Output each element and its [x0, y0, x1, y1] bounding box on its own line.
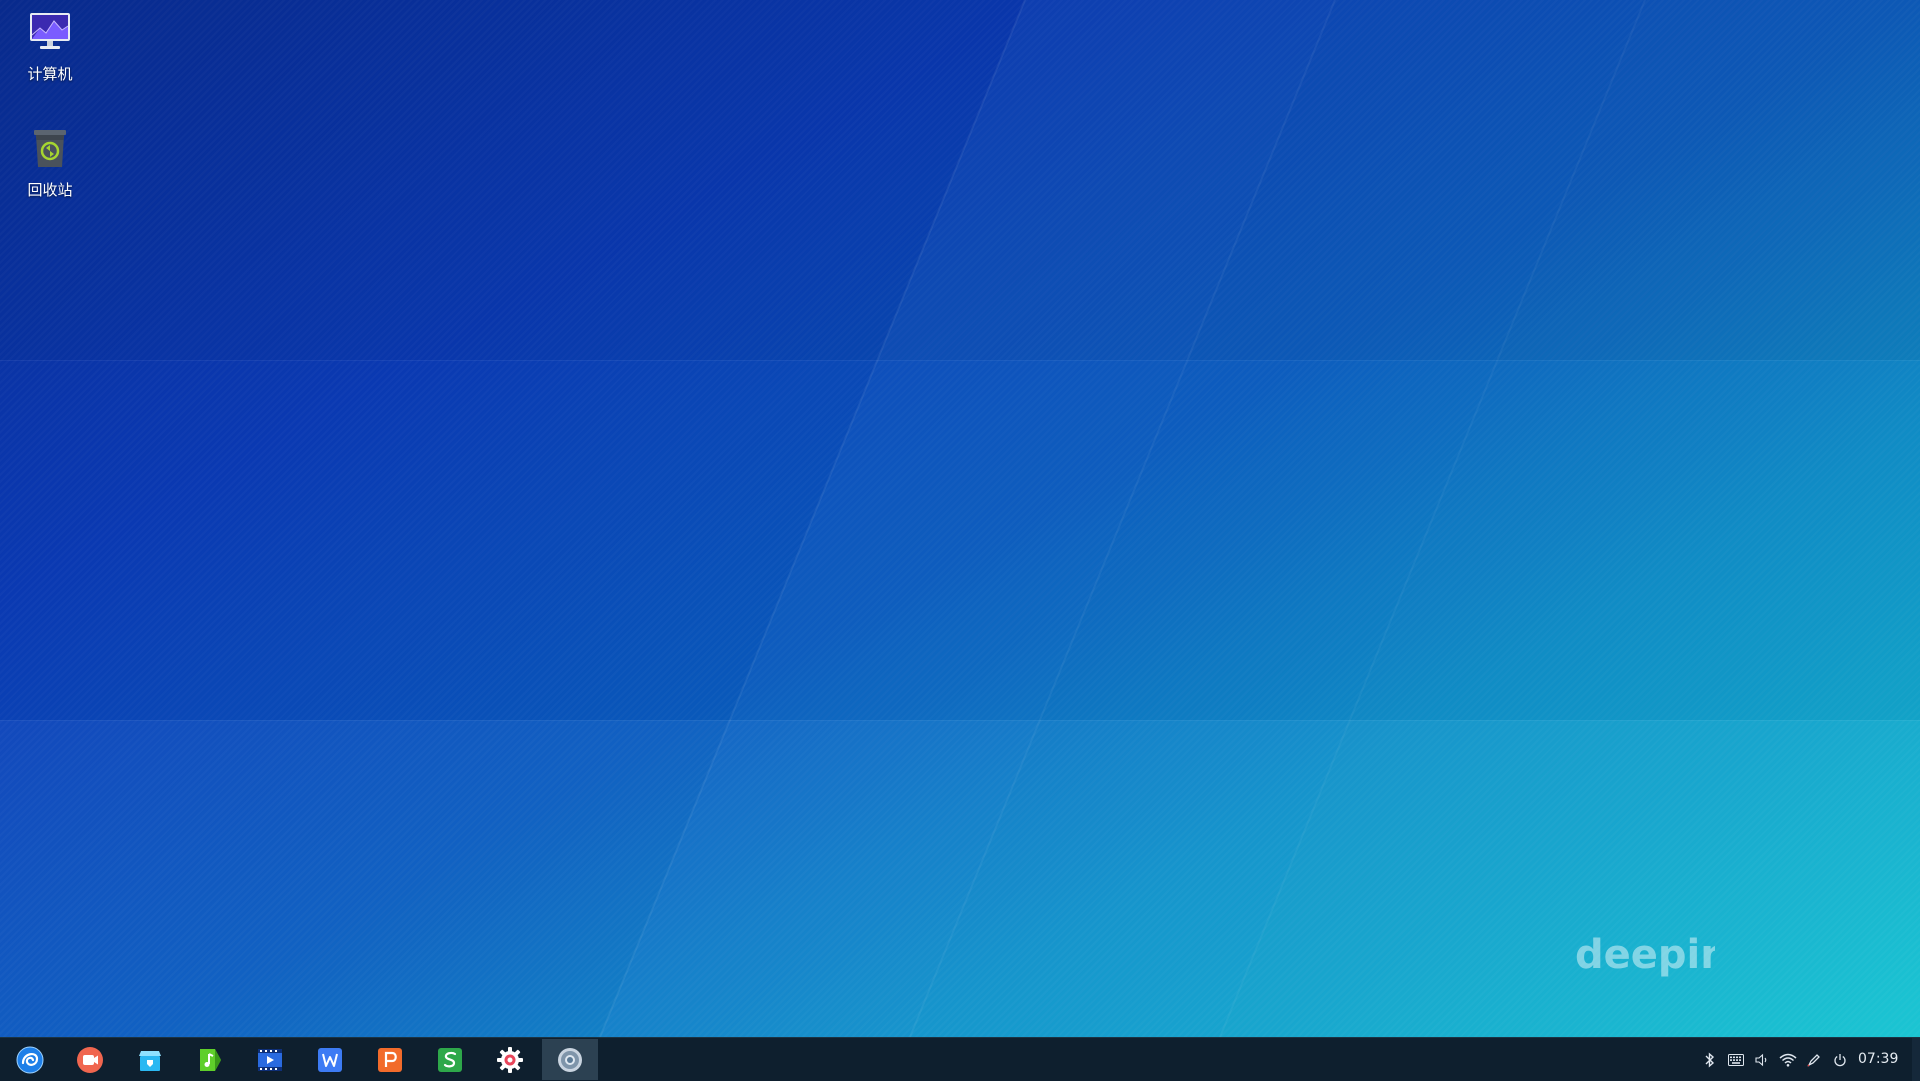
dock-item-music[interactable]: [182, 1039, 238, 1080]
dock-item-browser[interactable]: [542, 1039, 598, 1080]
dock-item-settings[interactable]: [482, 1039, 538, 1080]
desktop-icon-trash[interactable]: 回收站: [5, 124, 95, 200]
system-tray: [1698, 1038, 1852, 1081]
deepin-launcher-icon: [16, 1046, 44, 1073]
keyboard-icon[interactable]: [1724, 1048, 1748, 1072]
dock-item-app-store[interactable]: [122, 1039, 178, 1080]
dock-item-movie[interactable]: [242, 1039, 298, 1080]
clock[interactable]: 07:39: [1858, 1038, 1898, 1081]
taskbar: 07:39: [0, 1037, 1920, 1081]
deepin-watermark: deepin: [1575, 932, 1715, 978]
wps-writer-icon: [318, 1047, 342, 1072]
screen-recorder-icon: [77, 1046, 103, 1073]
browser-icon: [558, 1047, 582, 1072]
wps-presentation-icon: [378, 1047, 402, 1072]
trash-icon: [34, 130, 66, 167]
dock-item-wps-spreadsheet[interactable]: [422, 1039, 478, 1080]
dock-item-screen-recorder[interactable]: [62, 1039, 118, 1080]
music-icon: [200, 1048, 221, 1071]
wifi-icon[interactable]: [1776, 1048, 1800, 1072]
volume-icon[interactable]: [1750, 1048, 1774, 1072]
power-icon[interactable]: [1828, 1048, 1852, 1072]
pen-icon[interactable]: [1802, 1048, 1826, 1072]
desktop-icon-label: 回收站: [27, 181, 73, 199]
show-desktop-button[interactable]: [1912, 1038, 1920, 1081]
dock-item-wps-writer[interactable]: [302, 1039, 358, 1080]
watermark-text: deepin: [1575, 932, 1715, 978]
app-store-icon: [139, 1050, 161, 1071]
desktop-icon-label: 计算机: [27, 65, 73, 83]
computer-icon: [30, 13, 70, 49]
bluetooth-icon[interactable]: [1698, 1048, 1722, 1072]
movie-icon: [258, 1048, 282, 1071]
wallpaper-facets: [599, 0, 1920, 1037]
wps-spreadsheet-icon: [438, 1047, 462, 1072]
desktop-wallpaper[interactable]: deepin: [0, 0, 1920, 1037]
dock-item-launcher[interactable]: [2, 1039, 58, 1080]
dock-item-wps-presentation[interactable]: [362, 1039, 418, 1080]
settings-gear-icon: [497, 1046, 523, 1073]
desktop-icon-computer[interactable]: 计算机: [5, 8, 95, 84]
